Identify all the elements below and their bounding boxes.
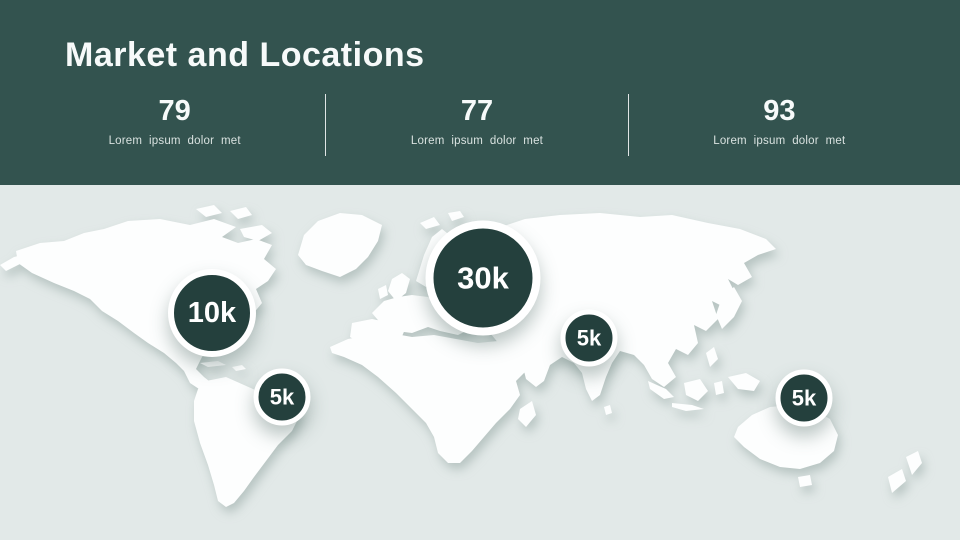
marker-layer: 10k 5k 30k 5k 5k [0, 185, 960, 540]
map-marker-europe: 30k [426, 221, 541, 336]
page-title: Market and Locations [65, 36, 425, 75]
map-marker-middle-east: 5k [561, 310, 618, 367]
stat-block-1: 79 Lorem ipsum dolor met [24, 94, 325, 158]
map-marker-south-america: 5k [254, 369, 311, 426]
map-marker-australia: 5k [776, 370, 833, 427]
stat-value: 93 [629, 96, 930, 128]
stat-label: Lorem ipsum dolor met [326, 135, 627, 147]
stats-row: 79 Lorem ipsum dolor met 77 Lorem ipsum … [24, 94, 930, 158]
stat-block-3: 93 Lorem ipsum dolor met [629, 94, 930, 158]
slide: Market and Locations 79 Lorem ipsum dolo… [0, 0, 960, 540]
stat-value: 79 [24, 96, 325, 128]
map-area: 10k 5k 30k 5k 5k [0, 185, 960, 540]
stat-value: 77 [326, 96, 627, 128]
map-marker-north-america: 10k [168, 269, 256, 357]
stat-label: Lorem ipsum dolor met [629, 135, 930, 147]
stat-block-2: 77 Lorem ipsum dolor met [326, 94, 627, 158]
stat-label: Lorem ipsum dolor met [24, 135, 325, 147]
header-band: Market and Locations 79 Lorem ipsum dolo… [0, 0, 960, 185]
